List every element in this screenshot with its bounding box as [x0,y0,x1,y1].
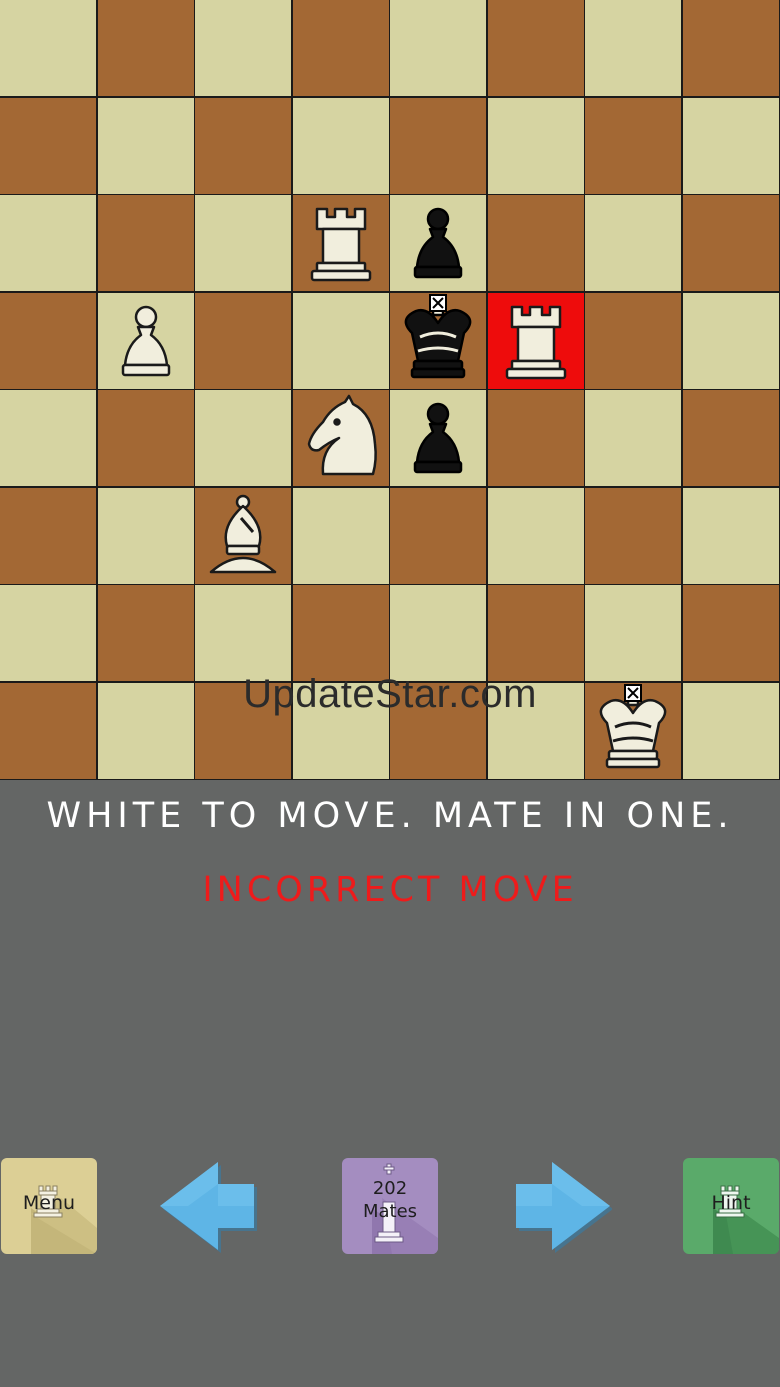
square-g4[interactable] [585,390,681,486]
square-c5[interactable] [195,293,291,389]
arrow-right-icon [516,1162,613,1253]
app-screen: UpdateStar.com WHITE TO MOVE. MATE IN ON… [0,0,780,1387]
previous-puzzle-button[interactable] [158,1158,258,1254]
square-e5[interactable] [390,293,486,389]
square-f6[interactable] [488,195,584,291]
square-e8[interactable] [390,0,486,96]
square-c1[interactable] [195,683,291,779]
square-c4[interactable] [195,390,291,486]
square-h3[interactable] [683,488,779,584]
square-g5[interactable] [585,293,681,389]
white-bishop-icon[interactable] [195,488,291,584]
mates-collection-button[interactable]: 202 Mates [342,1158,438,1254]
square-a7[interactable] [0,98,96,194]
square-f5[interactable] [488,293,584,389]
square-d2[interactable] [293,585,389,681]
square-d1[interactable] [293,683,389,779]
square-h8[interactable] [683,0,779,96]
square-a6[interactable] [0,195,96,291]
black-pawn-icon[interactable] [390,195,486,291]
white-rook-icon[interactable] [488,293,584,389]
square-f4[interactable] [488,390,584,486]
square-a1[interactable] [0,683,96,779]
square-a5[interactable] [0,293,96,389]
square-f7[interactable] [488,98,584,194]
square-b5[interactable] [98,293,194,389]
mates-count-label: 202 [372,1178,408,1199]
white-king-icon[interactable] [585,683,681,779]
square-c3[interactable] [195,488,291,584]
square-e1[interactable] [390,683,486,779]
square-b8[interactable] [98,0,194,96]
square-e2[interactable] [390,585,486,681]
hint-button[interactable]: Hint [683,1158,779,1254]
square-g1[interactable] [585,683,681,779]
white-knight-icon[interactable] [293,390,389,486]
square-b7[interactable] [98,98,194,194]
square-d5[interactable] [293,293,389,389]
square-b1[interactable] [98,683,194,779]
hint-button-label: Hint [711,1192,751,1214]
square-b4[interactable] [98,390,194,486]
move-status: INCORRECT MOVE [202,870,578,910]
square-d3[interactable] [293,488,389,584]
black-king-icon[interactable] [390,293,486,389]
mates-label: Mates [362,1201,418,1222]
arrow-left-icon [160,1162,257,1253]
square-g2[interactable] [585,585,681,681]
white-pawn-icon[interactable] [98,293,194,389]
square-d7[interactable] [293,98,389,194]
square-h5[interactable] [683,293,779,389]
square-h2[interactable] [683,585,779,681]
square-c6[interactable] [195,195,291,291]
square-b6[interactable] [98,195,194,291]
puzzle-prompt: WHITE TO MOVE. MATE IN ONE. [46,796,734,836]
square-d8[interactable] [293,0,389,96]
square-c8[interactable] [195,0,291,96]
next-puzzle-button[interactable] [512,1158,613,1254]
square-a8[interactable] [0,0,96,96]
square-f8[interactable] [488,0,584,96]
square-c2[interactable] [195,585,291,681]
black-pawn-icon[interactable] [390,390,486,486]
chess-board [0,0,780,780]
menu-button-label: Menu [22,1192,76,1214]
square-h4[interactable] [683,390,779,486]
square-c7[interactable] [195,98,291,194]
square-b2[interactable] [98,585,194,681]
square-e3[interactable] [390,488,486,584]
square-g3[interactable] [585,488,681,584]
square-g6[interactable] [585,195,681,291]
square-f1[interactable] [488,683,584,779]
square-a3[interactable] [0,488,96,584]
square-f2[interactable] [488,585,584,681]
square-d4[interactable] [293,390,389,486]
menu-button[interactable]: Menu [1,1158,97,1254]
square-a4[interactable] [0,390,96,486]
square-h1[interactable] [683,683,779,779]
square-e4[interactable] [390,390,486,486]
square-e6[interactable] [390,195,486,291]
square-g7[interactable] [585,98,681,194]
square-h6[interactable] [683,195,779,291]
white-rook-icon[interactable] [293,195,389,291]
square-a2[interactable] [0,585,96,681]
square-f3[interactable] [488,488,584,584]
square-g8[interactable] [585,0,681,96]
square-h7[interactable] [683,98,779,194]
square-d6[interactable] [293,195,389,291]
square-e7[interactable] [390,98,486,194]
square-b3[interactable] [98,488,194,584]
